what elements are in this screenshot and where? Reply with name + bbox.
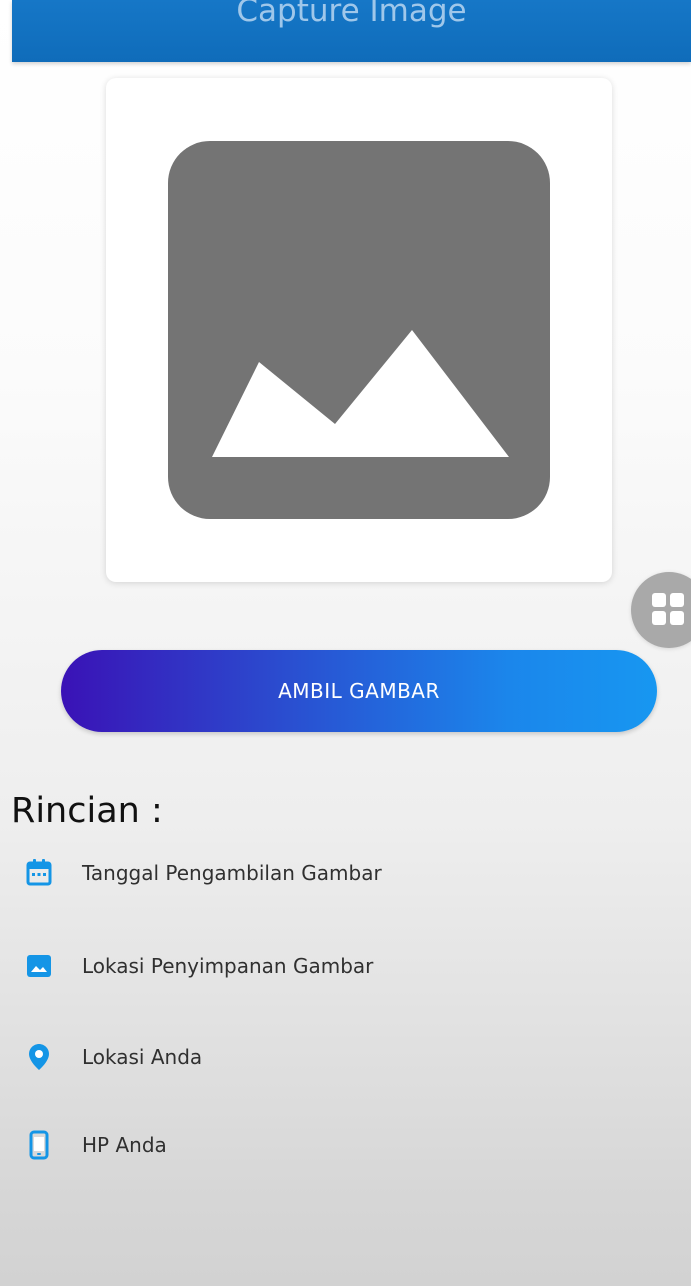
calendar-icon [26,859,52,886]
app-bar: Capture Image [12,0,691,62]
detail-label-date: Tanggal Pengambilan Gambar [82,861,382,885]
phone-icon [29,1130,49,1160]
screen-title: Capture Image [236,0,467,29]
grid-menu-button[interactable] [631,572,691,648]
capture-image-screen: Capture Image AMBIL GAMBAR Rincian : Tan… [0,0,691,1286]
details-heading: Rincian : [11,791,163,831]
detail-item-location: Lokasi Anda [23,1041,202,1073]
detail-label-location: Lokasi Anda [82,1045,203,1069]
image-icon [27,955,51,977]
detail-label-storage: Lokasi Penyimpanan Gambar [82,954,374,978]
image-preview-card[interactable] [106,78,612,582]
image-placeholder-icon [168,141,550,519]
location-pin-icon [29,1044,49,1070]
detail-item-phone: HP Anda [23,1129,167,1161]
capture-image-button[interactable]: AMBIL GAMBAR [61,650,657,732]
detail-label-phone: HP Anda [82,1133,167,1157]
grid-icon [652,593,684,625]
detail-item-date: Tanggal Pengambilan Gambar [23,857,382,889]
detail-item-storage: Lokasi Penyimpanan Gambar [23,950,373,982]
